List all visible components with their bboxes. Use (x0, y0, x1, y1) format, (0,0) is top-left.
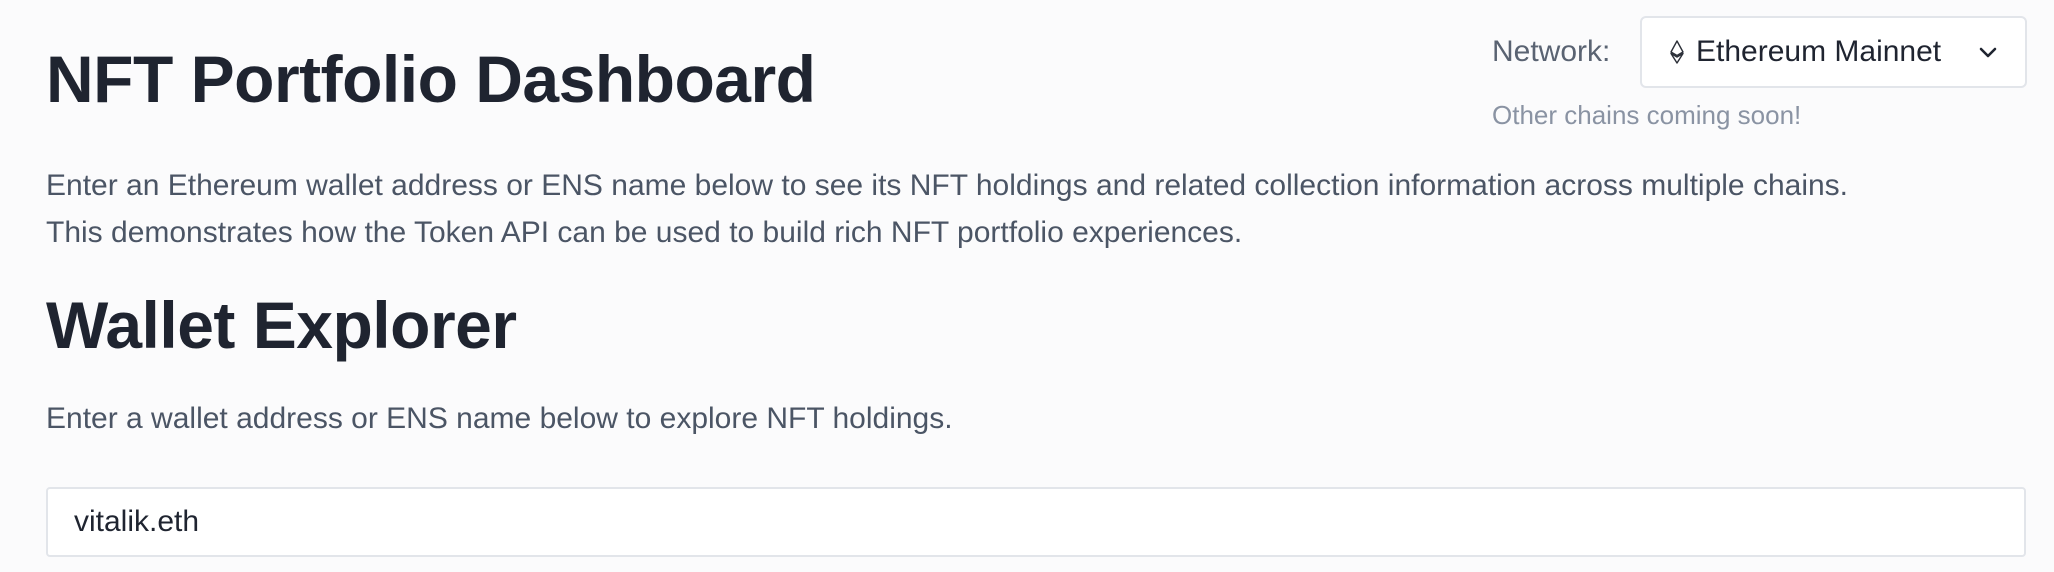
network-select-value: Ethereum Mainnet (1696, 35, 1942, 68)
network-note: Other chains coming soon! (1492, 100, 1802, 130)
network-select[interactable]: Ethereum Mainnet (1640, 16, 2027, 88)
network-selector-area: Network: Ethereum Mainnet Other chains c… (1492, 16, 2027, 138)
intro-line-1: Enter an Ethereum wallet address or ENS … (46, 169, 1849, 202)
intro-text: Enter an Ethereum wallet address or ENS … (46, 162, 2006, 256)
wallet-address-input[interactable] (46, 487, 2026, 557)
ethereum-icon (1668, 39, 1686, 65)
section-description: Enter a wallet address or ENS name below… (46, 402, 953, 435)
network-label: Network: (1492, 35, 1611, 68)
chevron-down-icon (1975, 39, 2001, 65)
section-title: Wallet Explorer (46, 288, 517, 362)
page-title: NFT Portfolio Dashboard (46, 42, 816, 116)
intro-line-2: This demonstrates how the Token API can … (46, 216, 1243, 249)
